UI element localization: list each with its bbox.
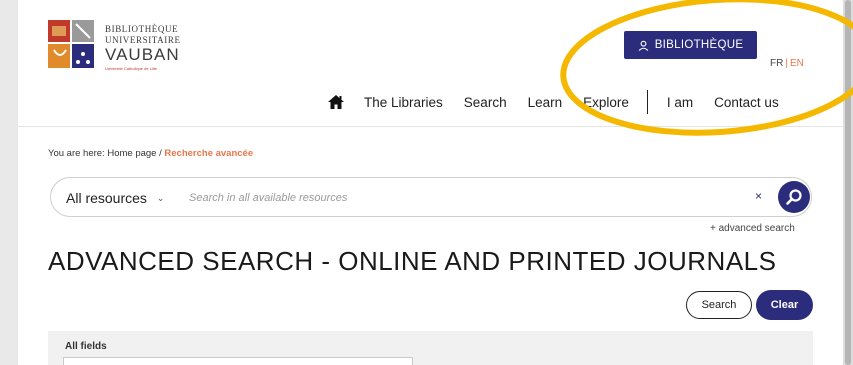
logo-text: Bibliothèque Universitaire VAUBAN Univer… <box>105 24 181 71</box>
search-submit-button[interactable] <box>778 181 810 213</box>
lang-separator: | <box>785 58 788 69</box>
logo-line-vauban: VAUBAN <box>105 45 180 64</box>
breadcrumb-current: Recherche avancée <box>164 148 254 159</box>
page: Bibliothèque Universitaire VAUBAN Univer… <box>18 0 853 365</box>
header-divider <box>18 126 843 127</box>
page-title: ADVANCED SEARCH - ONLINE AND PRINTED JOU… <box>48 246 777 276</box>
search-icon <box>786 189 802 205</box>
main-nav: The Libraries Search Learn Explore I am … <box>328 90 779 114</box>
user-icon <box>638 40 648 51</box>
nav-item-search[interactable]: Search <box>464 95 507 110</box>
lang-fr-link[interactable]: FR <box>770 58 783 69</box>
breadcrumb-prefix: You are here: <box>48 148 105 159</box>
bibliotheque-account-button[interactable]: BIBLIOTHÈQUE <box>624 31 757 59</box>
library-logo[interactable]: Bibliothèque Universitaire VAUBAN Univer… <box>48 12 228 74</box>
breadcrumb: You are here: Home page / Recherche avan… <box>48 148 253 159</box>
nav-item-libraries[interactable]: The Libraries <box>364 95 443 110</box>
search-bar: All resources ⌄ × <box>50 177 812 217</box>
library-logo-icon <box>48 20 94 68</box>
nav-item-i-am[interactable]: I am <box>667 95 693 110</box>
breadcrumb-separator: / <box>159 148 162 159</box>
home-icon[interactable] <box>328 95 344 109</box>
resource-scope-value: All resources <box>66 190 147 206</box>
clear-search-icon[interactable]: × <box>755 189 762 203</box>
bibliotheque-account-label: BIBLIOTHÈQUE <box>654 39 744 51</box>
search-button[interactable]: Search <box>686 291 752 319</box>
nav-item-learn[interactable]: Learn <box>528 95 563 110</box>
all-fields-input[interactable] <box>63 357 413 365</box>
language-switcher: FR | EN <box>770 58 804 69</box>
breadcrumb-home-link[interactable]: Home page <box>107 148 156 159</box>
search-input[interactable] <box>189 187 749 209</box>
clear-button[interactable]: Clear <box>756 290 813 320</box>
logo-line-bibliotheque: Bibliothèque <box>105 24 179 34</box>
nav-item-contact[interactable]: Contact us <box>714 95 779 110</box>
advanced-search-link[interactable]: + advanced search <box>710 223 795 234</box>
resource-scope-select[interactable]: All resources ⌄ <box>66 190 164 206</box>
nav-divider <box>646 90 648 114</box>
lang-en-link[interactable]: EN <box>790 58 804 69</box>
scrollbar[interactable] <box>843 0 853 365</box>
nav-item-explore[interactable]: Explore <box>583 95 629 110</box>
all-fields-panel: All fields <box>48 331 813 365</box>
scrollbar-thumb[interactable] <box>845 0 851 365</box>
chevron-down-icon: ⌄ <box>156 192 165 203</box>
all-fields-label: All fields <box>65 341 107 352</box>
logo-line-university: Université Catholique de Lille <box>105 66 157 71</box>
